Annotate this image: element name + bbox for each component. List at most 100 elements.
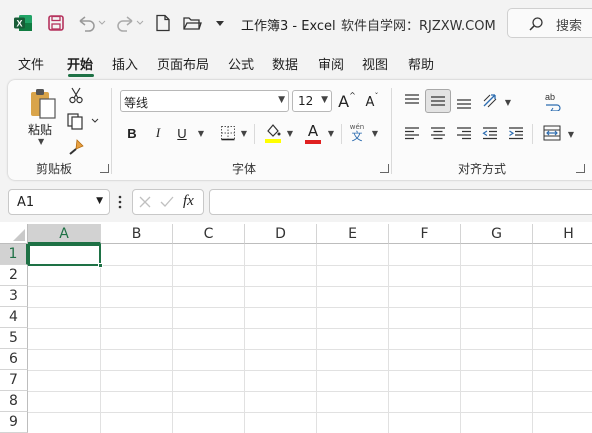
borders-dropdown-icon[interactable]: ▼ [239,127,249,139]
orientation-icon[interactable] [480,90,502,112]
row-header-2[interactable]: 2 [0,265,28,286]
row-header-9[interactable]: 9 [0,412,28,433]
copy-icon[interactable] [66,110,100,132]
paste-icon[interactable] [26,86,60,122]
row-header-1[interactable]: 1 [0,244,28,265]
decrease-font-size-button[interactable]: Aˇ [362,91,382,113]
svg-text:X: X [16,19,22,29]
svg-text:ab: ab [545,92,555,102]
orientation-dropdown-icon[interactable]: ▼ [503,96,513,108]
font-group-label: 字体 [232,162,257,176]
more-options-icon[interactable] [117,194,123,213]
alignment-dialog-launcher-icon[interactable] [576,164,585,173]
column-header-d[interactable]: D [245,224,317,244]
tab-file[interactable]: 文件 [18,54,44,73]
excel-logo-icon: X [10,12,36,34]
decrease-indent-icon[interactable] [480,123,500,143]
insert-function-icon[interactable]: fx [183,193,194,210]
paste-label[interactable]: 粘贴 [28,121,52,138]
column-header-a[interactable]: A [28,224,101,244]
font-name-value: 等线 [124,96,149,110]
chevron-down-icon: ▼ [96,196,103,206]
tab-help[interactable]: 帮助 [408,54,434,73]
tab-data[interactable]: 数据 [272,54,298,73]
font-name-select[interactable]: 等线 ▼ [120,90,289,112]
save-icon[interactable] [45,12,67,34]
window-title: 工作簿3 - Excel [241,19,336,34]
italic-button[interactable]: I [150,123,166,143]
font-color-dropdown-icon[interactable]: ▼ [326,127,336,139]
align-right-icon[interactable] [454,123,474,143]
bold-button[interactable]: B [124,123,140,143]
row-header-8[interactable]: 8 [0,391,28,412]
gridline [28,349,592,350]
name-box[interactable]: A1 ▼ [8,189,110,215]
search-icon [528,16,544,35]
align-left-icon[interactable] [402,123,422,143]
customize-qat-icon[interactable] [213,12,227,34]
column-header-b[interactable]: B [101,224,173,244]
divider [532,124,533,144]
clipboard-dialog-launcher-icon[interactable] [100,164,109,173]
row-header-4[interactable]: 4 [0,307,28,328]
merge-center-icon[interactable] [541,122,563,144]
increase-indent-icon[interactable] [506,123,526,143]
align-top-icon[interactable] [402,90,422,110]
column-header-e[interactable]: E [317,224,389,244]
wrap-text-icon[interactable]: ab [541,89,565,113]
gridline [28,391,592,392]
row-header-3[interactable]: 3 [0,286,28,307]
undo-icon[interactable] [76,12,106,34]
phonetic-guide-button[interactable]: wén 文 [347,122,367,144]
font-size-select[interactable]: 12 ▼ [292,90,332,112]
font-dialog-launcher-icon[interactable] [380,164,389,173]
name-box-value: A1 [17,195,35,210]
align-center-icon[interactable] [428,123,448,143]
row-header-5[interactable]: 5 [0,328,28,349]
underline-dropdown-icon[interactable]: ▼ [196,127,206,139]
align-middle-icon[interactable] [425,89,451,113]
active-cell-a1[interactable] [28,244,101,266]
column-header-g[interactable]: G [461,224,533,244]
title-bar: X 工作簿3 - Excel 软件自学网：RJZXW.COM 搜索 [0,0,592,46]
borders-icon[interactable] [218,122,238,144]
tab-insert[interactable]: 插入 [112,54,138,73]
formula-input[interactable] [209,189,592,215]
font-color-swatch [305,139,321,144]
tab-formulas[interactable]: 公式 [228,54,254,73]
group-divider [111,88,112,174]
gridline [316,244,317,433]
group-divider [391,88,392,174]
paste-dropdown-icon[interactable]: ▼ [38,137,44,146]
tab-review[interactable]: 审阅 [318,54,344,73]
fill-color-icon[interactable] [263,121,283,145]
column-header-c[interactable]: C [173,224,245,244]
tab-home[interactable]: 开始 [67,54,93,73]
align-bottom-icon[interactable] [454,92,474,112]
chevron-down-icon: ▼ [321,95,328,105]
tab-view[interactable]: 视图 [362,54,388,73]
new-file-icon[interactable] [153,12,173,34]
redo-icon[interactable] [114,12,144,34]
row-header-6[interactable]: 6 [0,349,28,370]
open-folder-icon[interactable] [181,12,203,34]
cancel-icon[interactable] [138,195,152,212]
fill-handle[interactable] [98,263,103,268]
phonetic-dropdown-icon[interactable]: ▼ [370,127,380,139]
tab-page-layout[interactable]: 页面布局 [157,54,209,73]
enter-check-icon[interactable] [159,195,175,212]
gridline [28,265,592,266]
font-color-button[interactable]: A [304,120,322,146]
gridline [388,244,389,433]
merge-dropdown-icon[interactable]: ▼ [566,128,576,140]
underline-button[interactable]: U [174,123,190,143]
column-header-f[interactable]: F [389,224,461,244]
increase-font-size-button[interactable]: A ^ [336,90,358,112]
column-header-h[interactable]: H [533,224,592,244]
select-all-corner[interactable] [0,224,28,244]
format-painter-icon[interactable] [66,136,86,158]
search-box[interactable]: 搜索 [507,8,592,38]
fill-color-dropdown-icon[interactable]: ▼ [285,127,295,139]
row-header-7[interactable]: 7 [0,370,28,391]
cut-icon[interactable] [66,84,86,106]
